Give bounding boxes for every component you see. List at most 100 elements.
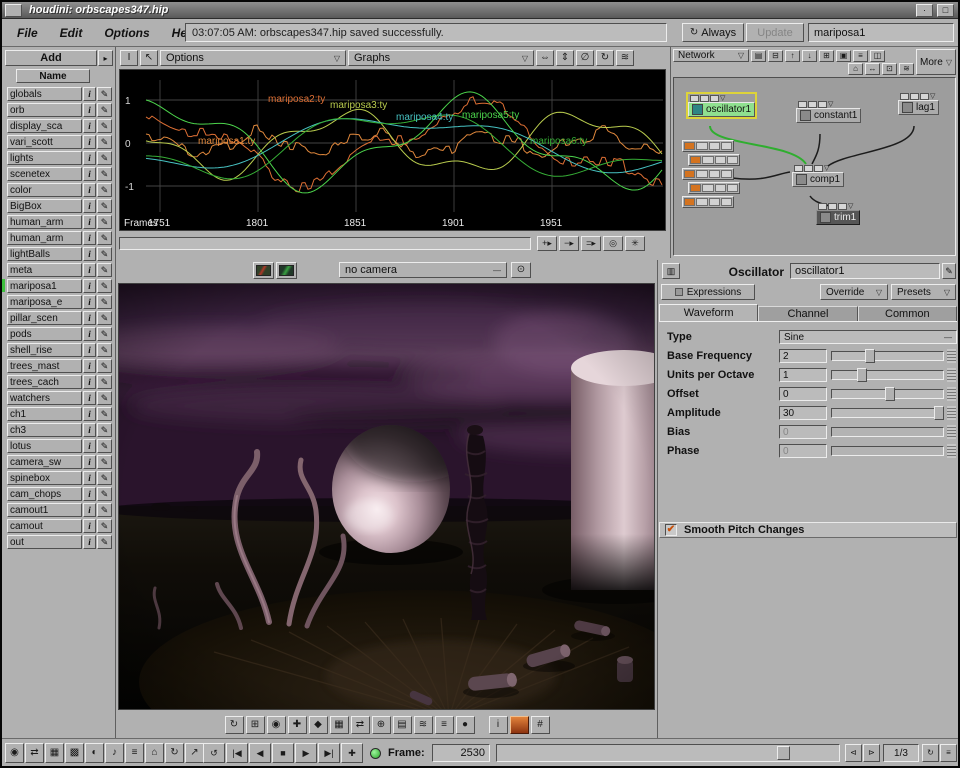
node-flag[interactable] <box>690 95 699 102</box>
info-button[interactable]: i <box>83 503 96 517</box>
param-select-type[interactable]: Sine— <box>779 330 957 344</box>
info-button[interactable]: i <box>83 407 96 421</box>
node-flag-orange[interactable] <box>684 170 695 178</box>
info-button[interactable]: i <box>83 519 96 533</box>
node-flag[interactable] <box>696 198 707 206</box>
network-node-oscillator1[interactable]: ▽oscillator1 <box>688 94 755 117</box>
checker-icon[interactable]: ▩ <box>65 743 84 763</box>
collapse-icon[interactable]: ⊟ <box>768 50 783 62</box>
zoom-in-h-button[interactable]: +▸ <box>537 236 557 251</box>
expressions-toggle[interactable]: Expressions <box>661 284 755 300</box>
info-button[interactable]: i <box>83 487 96 501</box>
mirror-icon[interactable]: ⇄ <box>351 716 370 734</box>
node-flags[interactable]: ▽ <box>818 202 860 210</box>
edit-icon[interactable]: ✎ <box>97 119 112 133</box>
slider-handle[interactable] <box>934 406 944 420</box>
handles-button[interactable]: # <box>531 716 550 734</box>
flipbook-button[interactable] <box>253 262 274 279</box>
node-flag[interactable] <box>702 184 713 192</box>
info-button[interactable]: i <box>83 343 96 357</box>
graphs-dropdown[interactable]: Graphs ▽ <box>348 50 534 66</box>
group-name-button[interactable]: lightBalls <box>7 247 82 261</box>
info-button[interactable]: i <box>83 423 96 437</box>
node-flag[interactable] <box>727 184 738 192</box>
node-flag[interactable] <box>721 198 732 206</box>
slider-handle[interactable] <box>885 387 895 401</box>
node-flag[interactable] <box>709 170 720 178</box>
node-flag[interactable] <box>838 203 847 210</box>
presets-dropdown[interactable]: Presets ▽ <box>891 284 956 300</box>
node-flag[interactable] <box>721 170 732 178</box>
add-button[interactable]: Add <box>5 50 97 66</box>
edit-icon[interactable]: ✎ <box>97 247 112 261</box>
grid-toggle-icon[interactable]: ▦ <box>330 716 349 734</box>
ibeam-tool-icon[interactable]: I <box>120 50 138 66</box>
info-button[interactable]: i <box>83 135 96 149</box>
center-button[interactable]: ◎ <box>603 236 623 251</box>
network-node-trim1[interactable]: ▽trim1 <box>816 202 860 225</box>
edit-icon[interactable]: ✎ <box>97 263 112 277</box>
v-scale-icon[interactable]: ⇕ <box>556 50 574 66</box>
rename-icon[interactable]: ✎ <box>942 263 956 279</box>
info-button[interactable]: i <box>83 87 96 101</box>
node-flag[interactable] <box>709 142 720 150</box>
edit-icon[interactable]: ✎ <box>97 535 112 549</box>
node-flag[interactable] <box>700 95 709 102</box>
info-button[interactable]: i <box>83 247 96 261</box>
audio-icon[interactable]: ♪ <box>105 743 124 763</box>
edit-icon[interactable]: ✎ <box>97 167 112 181</box>
page-prev-button[interactable]: ⊲ <box>845 744 862 762</box>
param-slider-phase[interactable] <box>831 446 944 456</box>
node-menu-icon[interactable]: ▽ <box>828 101 833 108</box>
group-name-button[interactable]: vari_scott <box>7 135 82 149</box>
wave-view-icon[interactable]: ≋ <box>616 50 634 66</box>
page-next-button[interactable]: ⊳ <box>863 744 880 762</box>
edit-icon[interactable]: ✎ <box>97 343 112 357</box>
node-flag-orange[interactable] <box>690 184 701 192</box>
camera-select-dropdown[interactable]: no camera — <box>339 262 507 278</box>
options-icon[interactable]: ≡ <box>435 716 454 734</box>
tab-common[interactable]: Common <box>858 306 957 321</box>
sidebar-menu-button[interactable]: ▸ <box>98 50 113 66</box>
edit-icon[interactable]: ✎ <box>97 279 112 293</box>
edit-icon[interactable]: ✎ <box>97 327 112 341</box>
wire-style-icon[interactable]: ≋ <box>899 63 914 75</box>
node-flag[interactable] <box>804 165 813 172</box>
frame-slider-handle[interactable] <box>777 746 790 760</box>
camera-lock-icon[interactable]: ⊙ <box>511 262 531 278</box>
group-name-button[interactable]: shell_rise <box>7 343 82 357</box>
group-name-button[interactable]: trees_mast <box>7 359 82 373</box>
group-name-button[interactable]: display_sca <box>7 119 82 133</box>
node-body[interactable]: trim1 <box>816 210 860 225</box>
info-button[interactable]: i <box>83 183 96 197</box>
network-canvas[interactable]: ▽oscillator1▽constant1▽lag1▽comp1▽trim1 <box>673 77 956 256</box>
node-flag[interactable] <box>715 156 726 164</box>
network-node-small[interactable] <box>688 182 740 194</box>
info-button[interactable]: i <box>83 151 96 165</box>
node-flags[interactable]: ▽ <box>798 100 861 108</box>
info-button[interactable]: i <box>83 279 96 293</box>
frame-input[interactable]: 2530 <box>432 744 490 762</box>
edit-icon[interactable]: ✎ <box>97 103 112 117</box>
node-flag[interactable] <box>814 165 823 172</box>
options-dropdown[interactable]: Options ▽ <box>160 50 346 66</box>
node-flag[interactable] <box>828 203 837 210</box>
edit-icon[interactable]: ✎ <box>97 423 112 437</box>
param-slider-offset[interactable] <box>831 389 944 399</box>
loop-button[interactable]: ↺ <box>203 743 225 763</box>
group-name-button[interactable]: color <box>7 183 82 197</box>
stop-button[interactable]: ■ <box>272 743 294 763</box>
node-flag[interactable] <box>721 142 732 150</box>
node-flag-orange[interactable] <box>690 156 701 164</box>
info-button[interactable]: i <box>83 327 96 341</box>
param-slider-base-frequency[interactable] <box>831 351 944 361</box>
info-button[interactable]: i <box>83 215 96 229</box>
group-name-button[interactable]: cam_chops <box>7 487 82 501</box>
add-view-icon[interactable]: ✚ <box>288 716 307 734</box>
edit-icon[interactable]: ✎ <box>97 375 112 389</box>
group-name-button[interactable]: lotus <box>7 439 82 453</box>
menu-file[interactable]: File <box>17 26 38 40</box>
sync-icon[interactable]: ⇄ <box>25 743 44 763</box>
layout-icon[interactable]: ▣ <box>836 50 851 62</box>
home-icon[interactable]: ⌂ <box>145 743 164 763</box>
